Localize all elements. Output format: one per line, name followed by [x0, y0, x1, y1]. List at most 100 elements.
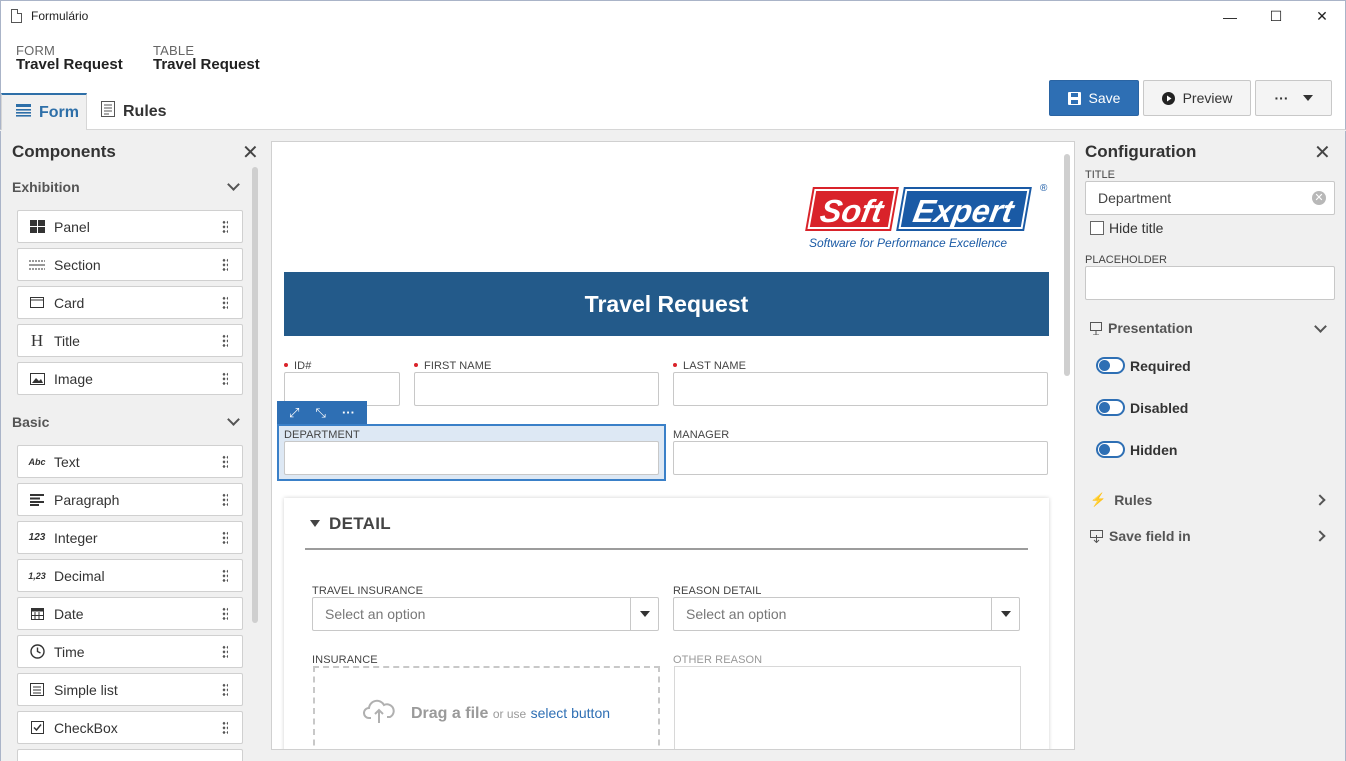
file-dropzone[interactable]: Drag a file or use select button	[313, 666, 660, 749]
dropzone-main-text: Drag a file	[411, 705, 489, 722]
checkbox-icon	[28, 721, 46, 734]
maximize-button[interactable]: ☐	[1253, 1, 1299, 32]
presentation-label: Presentation	[1108, 320, 1193, 336]
components-panel: Components ✕ Exhibition Panel Section Ca…	[0, 131, 262, 761]
placeholder-input[interactable]	[1085, 266, 1335, 300]
rules-row[interactable]: ⚡ Rules	[1090, 492, 1152, 508]
close-window-button[interactable]: ✕	[1299, 1, 1345, 32]
component-simple-list[interactable]: Simple list	[17, 673, 243, 706]
save-button[interactable]: Save	[1049, 80, 1139, 116]
select-file-link[interactable]: select button	[531, 705, 610, 721]
drag-handle-icon[interactable]	[222, 645, 228, 659]
presentation-header[interactable]: Presentation	[1090, 320, 1193, 336]
group-basic[interactable]: Basic	[12, 414, 49, 430]
placeholder-label: PLACEHOLDER	[1085, 254, 1167, 266]
travel-insurance-select[interactable]: Select an option	[312, 597, 659, 631]
save-label: Save	[1088, 90, 1121, 106]
canvas-scrollbar[interactable]	[1064, 154, 1070, 376]
component-paragraph[interactable]: Paragraph	[17, 483, 243, 516]
clear-icon[interactable]: ✕	[1312, 191, 1326, 205]
reason-detail-select[interactable]: Select an option	[673, 597, 1020, 631]
more-options-button[interactable]: ···	[1255, 80, 1332, 116]
save-field-in-row[interactable]: Save field in	[1090, 528, 1191, 544]
component-label: Paragraph	[54, 491, 120, 508]
other-reason-textarea[interactable]	[674, 666, 1021, 749]
collapse-icon[interactable]: ⤡	[316, 405, 326, 421]
configuration-title: Configuration	[1085, 142, 1197, 161]
component-title[interactable]: H Title	[17, 324, 243, 357]
expand-icon[interactable]: ⤢	[289, 405, 299, 421]
logo-expert: Expert	[898, 189, 1030, 229]
chevron-right-icon[interactable]	[1314, 494, 1326, 506]
manager-input[interactable]	[673, 441, 1048, 475]
component-label: Simple list	[54, 681, 118, 698]
disabled-toggle[interactable]	[1096, 399, 1125, 416]
component-decimal[interactable]: 1,23 Decimal	[17, 559, 243, 592]
dropdown-toggle[interactable]	[630, 598, 658, 630]
drag-handle-icon[interactable]	[222, 455, 228, 469]
chevron-down-icon[interactable]	[227, 178, 240, 191]
component-checkbox[interactable]: CheckBox	[17, 711, 243, 744]
section-title[interactable]: DETAIL	[329, 514, 391, 534]
save-field-in-label: Save field in	[1109, 528, 1191, 544]
list-icon	[28, 683, 46, 696]
drag-handle-icon[interactable]	[222, 531, 228, 545]
hidden-toggle[interactable]	[1096, 441, 1125, 458]
drag-handle-icon[interactable]	[222, 493, 228, 507]
component-image[interactable]: Image	[17, 362, 243, 395]
cloud-upload-icon	[363, 698, 395, 727]
component-date[interactable]: Date	[17, 597, 243, 630]
form-meta: FORM Travel Request	[16, 43, 123, 73]
components-scrollbar[interactable]	[252, 167, 258, 623]
form-icon	[16, 103, 31, 122]
required-toggle[interactable]	[1096, 357, 1125, 374]
drag-handle-icon[interactable]	[222, 372, 228, 386]
close-configuration-icon[interactable]: ✕	[1314, 143, 1331, 163]
hide-title-label: Hide title	[1109, 220, 1164, 236]
drag-handle-icon[interactable]	[222, 296, 228, 310]
collapse-triangle-icon[interactable]	[310, 520, 320, 527]
component-card[interactable]: Card	[17, 286, 243, 319]
component-text[interactable]: Abc Text	[17, 445, 243, 478]
drag-handle-icon[interactable]	[222, 607, 228, 621]
tab-form[interactable]: Form	[1, 93, 87, 130]
rules-label: Rules	[1114, 492, 1153, 508]
form-title-banner[interactable]: Travel Request	[284, 272, 1049, 336]
section-icon	[28, 259, 46, 271]
department-input[interactable]	[284, 441, 659, 475]
more-icon[interactable]: ···	[342, 405, 355, 420]
id-label: ID#	[284, 360, 311, 372]
drag-handle-icon[interactable]	[222, 721, 228, 735]
group-exhibition[interactable]: Exhibition	[12, 179, 80, 195]
minimize-button[interactable]: —	[1207, 1, 1253, 32]
drag-handle-icon[interactable]	[222, 220, 228, 234]
hide-title-checkbox[interactable]	[1090, 221, 1104, 235]
tab-rules[interactable]: Rules	[101, 93, 181, 130]
drag-handle-icon[interactable]	[222, 683, 228, 697]
last-name-input[interactable]	[673, 372, 1048, 406]
play-icon	[1161, 91, 1175, 105]
chevron-down-icon[interactable]	[1314, 320, 1327, 333]
drag-handle-icon[interactable]	[222, 334, 228, 348]
first-name-input[interactable]	[414, 372, 659, 406]
component-time[interactable]: Time	[17, 635, 243, 668]
component-integer[interactable]: 123 Integer	[17, 521, 243, 554]
logo-soft: Soft	[807, 189, 897, 229]
preview-button[interactable]: Preview	[1143, 80, 1251, 116]
title-field-input[interactable]: Department ✕	[1085, 181, 1335, 215]
component-label: Card	[54, 294, 85, 311]
drag-handle-icon[interactable]	[222, 569, 228, 583]
chevron-down-icon[interactable]	[227, 413, 240, 426]
dropdown-toggle[interactable]	[991, 598, 1019, 630]
component-label: Integer	[54, 529, 98, 546]
component-section[interactable]: Section	[17, 248, 243, 281]
decimal-icon: 1,23	[28, 570, 46, 581]
component-label: Section	[54, 256, 101, 273]
required-label: Required	[1130, 358, 1191, 374]
component-partial[interactable]	[17, 749, 243, 761]
chevron-right-icon[interactable]	[1314, 530, 1326, 542]
drag-handle-icon[interactable]	[222, 258, 228, 272]
close-components-icon[interactable]: ✕	[242, 143, 259, 163]
caret-down-icon	[1000, 611, 1011, 617]
component-panel[interactable]: Panel	[17, 210, 243, 243]
